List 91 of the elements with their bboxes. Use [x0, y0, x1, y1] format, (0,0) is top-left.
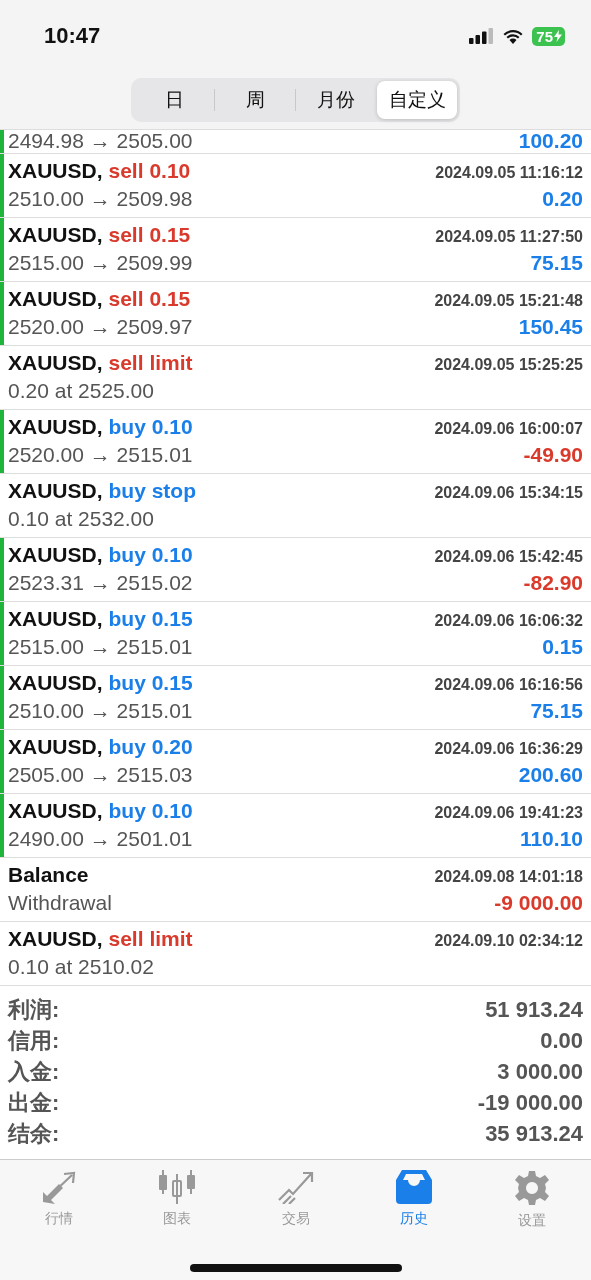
row-time: 2024.09.06 16:00:07: [434, 420, 583, 438]
profit-value: -9 000.00: [494, 891, 583, 915]
row-detail: 0.10 at 2510.02: [8, 955, 154, 979]
order-type: buy 0.15: [108, 607, 193, 631]
symbol-label: XAUUSD,: [8, 479, 103, 503]
deal-marker: [0, 410, 4, 473]
row-detail: 2510.00 → 2509.98: [8, 187, 193, 211]
nav-tab[interactable]: 交易: [236, 1170, 355, 1230]
nav-tab[interactable]: 行情: [0, 1170, 119, 1230]
symbol-label: XAUUSD,: [8, 159, 103, 183]
signal-icon: [469, 28, 495, 44]
row-time: 2024.09.06 15:34:15: [434, 484, 583, 502]
order-type: sell limit: [108, 927, 193, 951]
symbol-label: XAUUSD,: [8, 287, 103, 311]
symbol-label: XAUUSD,: [8, 415, 103, 439]
candlestick-icon: [158, 1170, 197, 1204]
symbol-label: XAUUSD,: [8, 351, 103, 375]
price-range: 2494.98 → 2505.00: [8, 130, 193, 153]
row-time: 2024.09.10 02:34:12: [434, 932, 583, 950]
profit-value: -82.90: [523, 571, 583, 595]
period-tab[interactable]: 日: [134, 81, 214, 119]
order-type: buy 0.20: [108, 735, 193, 759]
summary-value: 51 913.24: [485, 996, 583, 1023]
trend-arrow-icon: [276, 1170, 315, 1204]
row-detail: Withdrawal: [8, 891, 112, 915]
summary-value: 0.00: [540, 1027, 583, 1054]
symbol-label: XAUUSD,: [8, 927, 103, 951]
summary-label: 结余:: [8, 1119, 60, 1148]
summary-value: -19 000.00: [477, 1089, 583, 1116]
order-type: buy 0.15: [108, 671, 193, 695]
profit-value: 150.45: [518, 315, 583, 339]
battery-indicator: 75: [532, 26, 565, 46]
row-detail: 2520.00 → 2515.01: [8, 443, 193, 467]
row-detail: 2490.00 → 2501.01: [8, 827, 193, 851]
order-type: buy 0.10: [108, 543, 193, 567]
row-detail: 2515.00 → 2515.01: [8, 635, 193, 659]
row-time: 2024.09.06 19:41:23: [434, 804, 583, 822]
row-time: 2024.09.06 15:42:45: [434, 548, 583, 566]
row-detail: 2520.00 → 2509.97: [8, 315, 193, 339]
row-detail: 2515.00 → 2509.99: [8, 251, 193, 275]
row-detail: 0.10 at 2532.00: [8, 507, 154, 531]
symbol-label: Balance: [8, 863, 89, 887]
symbol-label: XAUUSD,: [8, 223, 103, 247]
nav-tab[interactable]: 历史: [354, 1170, 473, 1230]
profit-value: 75.15: [530, 699, 583, 723]
order-type: sell limit: [108, 351, 193, 375]
summary-label: 出金:: [8, 1088, 60, 1117]
order-type: buy 0.10: [108, 415, 193, 439]
symbol-label: XAUUSD,: [8, 607, 103, 631]
profit-value: -49.90: [523, 443, 583, 467]
row-time: 2024.09.06 16:06:32: [434, 612, 583, 630]
period-tab[interactable]: 周: [215, 81, 295, 119]
summary-label: 信用:: [8, 1026, 60, 1055]
row-time: 2024.09.05 11:27:50: [435, 228, 583, 246]
summary-label: 入金:: [8, 1057, 60, 1086]
order-type: buy 0.10: [108, 799, 193, 823]
row-time: 2024.09.05 11:16:12: [435, 164, 583, 182]
symbol-label: XAUUSD,: [8, 735, 103, 759]
profit-value: 100.20: [518, 130, 583, 153]
wifi-icon: [502, 28, 525, 44]
period-tab[interactable]: 自定义: [377, 81, 457, 119]
profit-value: 0.15: [542, 635, 583, 659]
inbox-icon: [394, 1170, 433, 1204]
order-type: sell 0.15: [108, 223, 191, 247]
status-time: 10:47: [44, 23, 101, 49]
summary-value: 3 000.00: [497, 1058, 583, 1085]
symbol-label: XAUUSD,: [8, 799, 103, 823]
period-tab[interactable]: 月份: [296, 81, 376, 119]
row-time: 2024.09.06 16:36:29: [434, 740, 583, 758]
order-type: sell 0.15: [108, 287, 191, 311]
row-time: 2024.09.06 16:16:56: [434, 676, 583, 694]
profit-value: 200.60: [518, 763, 583, 787]
summary-value: 35 913.24: [485, 1120, 583, 1147]
row-time: 2024.09.05 15:21:48: [434, 292, 583, 310]
symbol-label: XAUUSD,: [8, 543, 103, 567]
symbol-label: XAUUSD,: [8, 671, 103, 695]
row-detail: 2505.00 → 2515.03: [8, 763, 193, 787]
profit-value: 0.20: [542, 187, 583, 211]
profit-value: 110.10: [519, 827, 583, 851]
row-time: 2024.09.05 15:25:25: [434, 356, 583, 374]
nav-tab[interactable]: 图表: [118, 1170, 237, 1230]
order-type: sell 0.10: [108, 159, 191, 183]
summary-label: 利润:: [8, 995, 60, 1024]
nav-tab[interactable]: 设置: [472, 1170, 591, 1230]
settings-icon: [513, 1170, 550, 1206]
row-detail: 2523.31 → 2515.02: [8, 571, 193, 595]
row-detail: 2510.00 → 2515.01: [8, 699, 193, 723]
profit-value: 75.15: [530, 251, 583, 275]
row-detail: 0.20 at 2525.00: [8, 379, 154, 403]
row-time: 2024.09.08 14:01:18: [434, 868, 583, 886]
order-type: buy stop: [108, 479, 196, 503]
